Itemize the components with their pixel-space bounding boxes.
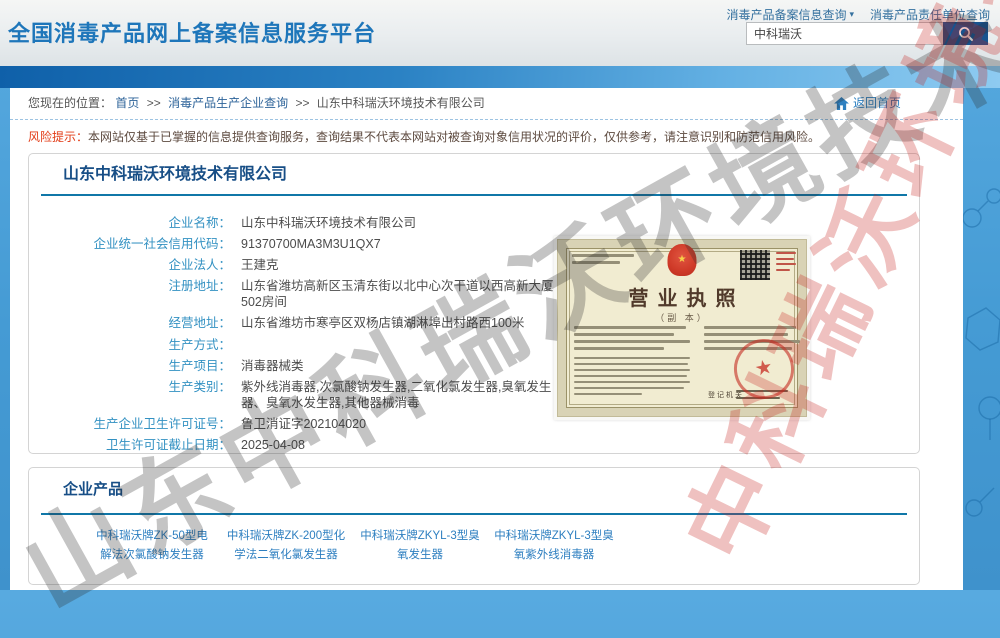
breadcrumb-current: 山东中科瑞沃环境技术有限公司 <box>317 96 485 110</box>
search-icon <box>957 25 975 43</box>
field-value: 鲁卫消证字202104020 <box>241 416 366 432</box>
field-value: 2025-04-08 <box>241 437 305 453</box>
search-button[interactable] <box>943 22 988 45</box>
breadcrumb-separator: >> <box>147 96 161 110</box>
field-label: 生产方式： <box>29 337 231 353</box>
product-link[interactable]: 中科瑞沃牌ZKYL-3型臭氧发生器 <box>359 527 481 565</box>
field-label: 生产类别： <box>29 379 231 411</box>
breadcrumb-row: 您现在的位置： 首页 >> 消毒产品生产企业查询 >> 山东中科瑞沃环境技术有限… <box>10 88 963 120</box>
license-subtitle: （副 本） <box>558 311 806 324</box>
risk-notice: 风险提示：本网站仅基于已掌握的信息提供查询服务，查询结果不代表本网站对被查询对象… <box>28 129 945 145</box>
company-title: 山东中科瑞沃环境技术有限公司 <box>29 154 919 184</box>
star-icon: ★ <box>678 255 687 265</box>
product-link[interactable]: 中科瑞沃牌ZK-50型电解法次氯酸钠发生器 <box>91 527 213 565</box>
chevron-down-icon: ▾ <box>849 9 854 20</box>
main-panel: 您现在的位置： 首页 >> 消毒产品生产企业查询 >> 山东中科瑞沃环境技术有限… <box>10 88 963 590</box>
molecule-decoration <box>960 88 1000 590</box>
star-icon: ★ <box>753 357 775 380</box>
field-value: 消毒器械类 <box>241 358 304 374</box>
back-home-link[interactable]: 返回首页 <box>834 88 901 119</box>
field-value: 紫外线消毒器,次氯酸钠发生器,二氧化氯发生器,臭氧发生器、臭氧水发生器,其他器械… <box>241 379 559 411</box>
field-label: 生产企业卫生许可证号： <box>29 416 231 432</box>
field-label: 卫生许可证截止日期： <box>29 437 231 453</box>
nav-link-filing-query-label: 消毒产品备案信息查询 <box>726 6 846 23</box>
qr-code-icon <box>740 250 770 280</box>
field-row: 卫生许可证截止日期： 2025-04-08 <box>29 435 919 456</box>
risk-notice-text: 本网站仅基于已掌握的信息提供查询服务，查询结果不代表本网站对被查询对象信用状况的… <box>88 130 820 144</box>
license-certificate: ★ 营业执照 （副 本） <box>557 239 807 417</box>
product-list: 中科瑞沃牌ZK-50型电解法次氯酸钠发生器 中科瑞沃牌ZK-200型化学法二氧化… <box>29 527 919 565</box>
section-underline <box>41 194 907 196</box>
top-nav: 消毒产品备案信息查询 ▾ 消毒产品责任单位查询 <box>726 6 990 23</box>
field-value: 山东中科瑞沃环境技术有限公司 <box>241 215 416 231</box>
field-label: 企业名称： <box>29 215 231 231</box>
breadcrumb-label: 您现在的位置： <box>28 96 112 110</box>
nav-link-filing-query[interactable]: 消毒产品备案信息查询 ▾ <box>726 6 854 23</box>
field-label: 企业统一社会信用代码： <box>29 236 231 252</box>
field-value: 王建克 <box>241 257 279 273</box>
field-value: 山东省潍坊市寒亭区双杨店镇湖淋埠出村路西100米 <box>241 315 524 331</box>
license-code-lines <box>572 254 642 268</box>
field-row: 企业名称： 山东中科瑞沃环境技术有限公司 <box>29 212 919 233</box>
license-title: 营业执照 <box>558 282 806 311</box>
site-header: 全国消毒产品网上备案信息服务平台 消毒产品备案信息查询 ▾ 消毒产品责任单位查询 <box>0 0 1000 66</box>
breadcrumb: 您现在的位置： 首页 >> 消毒产品生产企业查询 >> 山东中科瑞沃环境技术有限… <box>28 96 485 110</box>
product-link[interactable]: 中科瑞沃牌ZKYL-3型臭氧紫外线消毒器 <box>493 527 615 565</box>
field-label: 企业法人： <box>29 257 231 273</box>
header-divider-bar <box>0 66 1000 88</box>
field-value: 山东省潍坊高新区玉清东街以北中心次干道以西高新大厦502房间 <box>241 278 559 310</box>
home-icon <box>834 97 849 110</box>
field-label: 经营地址： <box>29 315 231 331</box>
breadcrumb-link-home[interactable]: 首页 <box>115 96 139 110</box>
field-label: 生产项目： <box>29 358 231 374</box>
products-box: 企业产品 中科瑞沃牌ZK-50型电解法次氯酸钠发生器 中科瑞沃牌ZK-200型化… <box>28 467 920 585</box>
product-link[interactable]: 中科瑞沃牌ZK-200型化学法二氧化氯发生器 <box>225 527 347 565</box>
license-scope-lines <box>574 357 692 399</box>
section-underline <box>41 513 907 515</box>
breadcrumb-link-manufacturer-query[interactable]: 消毒产品生产企业查询 <box>168 96 288 110</box>
nav-link-responsible-unit-query-label: 消毒产品责任单位查询 <box>870 6 990 23</box>
business-license-image[interactable]: ★ 营业执照 （副 本） <box>554 236 810 420</box>
license-left-lines <box>574 326 692 354</box>
risk-notice-label: 风险提示： <box>28 130 88 144</box>
field-value: 91370700MA3M3U1QX7 <box>241 236 381 252</box>
national-emblem-icon: ★ <box>668 244 697 276</box>
site-title: 全国消毒产品网上备案信息服务平台 <box>8 16 376 48</box>
company-info-box: 山东中科瑞沃环境技术有限公司 企业名称： 山东中科瑞沃环境技术有限公司 企业统一… <box>28 153 920 454</box>
back-home-label: 返回首页 <box>853 88 901 119</box>
search-input[interactable] <box>746 22 943 45</box>
products-title: 企业产品 <box>29 468 919 499</box>
breadcrumb-separator: >> <box>295 96 309 110</box>
field-label: 注册地址： <box>29 278 231 310</box>
nav-link-responsible-unit-query[interactable]: 消毒产品责任单位查询 <box>870 6 990 23</box>
license-serial-lines <box>776 252 796 274</box>
search-bar <box>746 22 988 45</box>
